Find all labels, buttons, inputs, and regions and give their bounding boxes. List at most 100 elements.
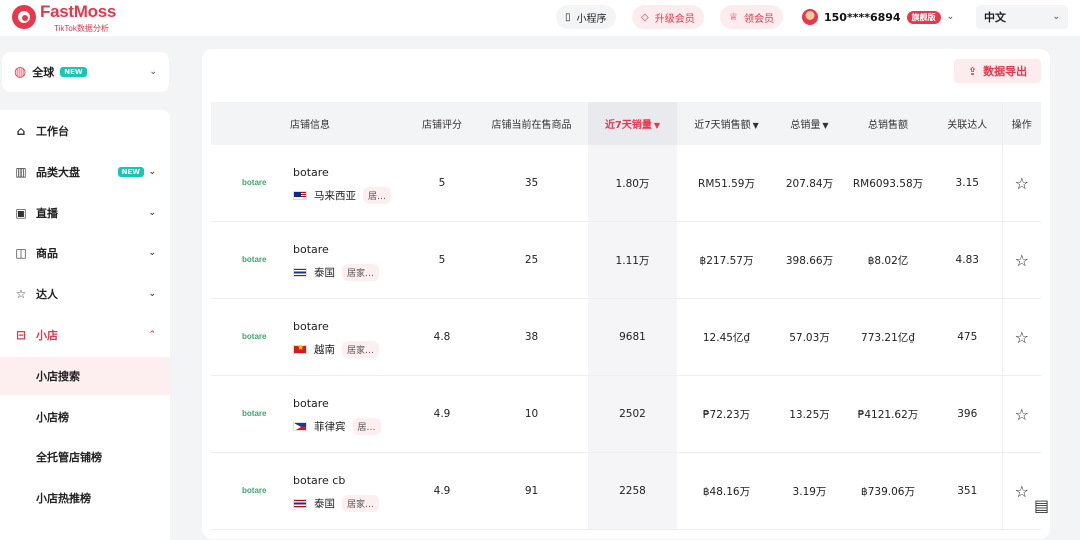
shop-name[interactable]: botare cb xyxy=(293,474,345,487)
brand-tagline: TikTok数据分析 xyxy=(54,24,109,33)
shop-logo: botare xyxy=(242,255,267,264)
favorite-star-icon[interactable]: ☆ xyxy=(1015,328,1029,347)
rating-cell: 5 xyxy=(409,145,475,222)
revenue7-cell: ฿48.16万 xyxy=(677,452,776,530)
table-row[interactable]: botare botare 菲律宾 居… 4.9 10 2502 ₱72.23万 13.25万 ₱… xyxy=(211,375,1041,453)
col-shop-info: 店铺信息 xyxy=(211,102,409,145)
col-revenue7-sort[interactable]: 近7天销售额 ▼ xyxy=(677,102,776,145)
col-total-sales-sort[interactable]: 总销量 ▼ xyxy=(776,102,843,145)
diamond-icon: ◇ xyxy=(641,11,649,23)
sidebar-subitem-hot-rank[interactable]: 小店热推榜 xyxy=(0,479,170,517)
products-cell: 25 xyxy=(475,221,588,299)
revenue7-cell: ฿217.57万 xyxy=(677,221,776,299)
shop-name[interactable]: botare xyxy=(293,320,329,333)
sidebar-subitem-shop-search[interactable]: 小店搜索 xyxy=(0,357,170,395)
sidebar-item-label: 工作台 xyxy=(36,125,69,138)
live-tv-icon: ▣ xyxy=(15,206,27,220)
subitem-label: 小店搜索 xyxy=(36,370,80,383)
shop-country: 泰国 xyxy=(314,267,335,279)
chevron-down-icon: ⌄ xyxy=(1052,12,1060,22)
total-sales-cell: 13.25万 xyxy=(776,375,843,453)
export-button[interactable]: ⇪ 数据导出 xyxy=(954,59,1041,83)
total-revenue-cell: ฿8.02亿 xyxy=(843,221,933,299)
shop-country: 泰国 xyxy=(314,498,335,510)
document-icon[interactable]: ▤ xyxy=(1034,496,1049,515)
col-actions: 操作 xyxy=(1001,102,1041,145)
shop-info-cell[interactable]: botare botare cb 泰国 居家… xyxy=(211,452,409,530)
shop-info-cell[interactable]: botare botare 菲律宾 居… xyxy=(211,375,409,453)
sort-down-icon: ▼ xyxy=(752,121,759,130)
category-tag: 居家… xyxy=(342,495,380,512)
user-phone: 150****6894 xyxy=(824,10,901,24)
category-tag: 居… xyxy=(363,187,392,204)
table-row[interactable]: botare botare 泰国 居家… 5 25 1.11万 ฿217.57万 398.66万… xyxy=(211,221,1041,299)
col-revenue7-label: 近7天销售额 xyxy=(694,120,751,131)
creators-cell: 475 xyxy=(933,298,1002,376)
products-cell: 35 xyxy=(475,145,588,222)
total-revenue-cell: ₱4121.62万 xyxy=(843,375,933,453)
country-flag-icon xyxy=(293,191,307,200)
brand-name: FastMoss xyxy=(40,2,117,21)
action-cell: ☆ xyxy=(1001,145,1041,222)
sidebar-item-live[interactable]: ▣ 直播 ⌄ xyxy=(0,194,170,232)
sidebar-item-products[interactable]: ◫ 商品 ⌄ xyxy=(0,234,170,272)
shop-info-cell[interactable]: botare botare 马来西亚 居… xyxy=(211,145,409,222)
col-products: 店铺当前在售商品 xyxy=(475,102,588,145)
chevron-down-icon: ⌄ xyxy=(148,167,156,177)
table-row[interactable]: botare botare cb 泰国 居家… 4.9 91 2258 ฿48.16万 3.19… xyxy=(211,452,1041,530)
col-total-revenue: 总销售额 xyxy=(843,102,933,145)
miniprogram-label: 小程序 xyxy=(576,13,607,25)
action-cell: ☆ xyxy=(1001,221,1041,299)
sidebar-subitem-shop-rank[interactable]: 小店榜 xyxy=(0,398,170,436)
action-cell: ☆ xyxy=(1001,298,1041,376)
favorite-star-icon[interactable]: ☆ xyxy=(1015,405,1029,424)
sidebar-subitem-managed-rank[interactable]: 全托管店铺榜 xyxy=(0,438,170,476)
sidebar-item-label: 商品 xyxy=(36,247,58,260)
language-label: 中文 xyxy=(984,11,1006,24)
favorite-star-icon[interactable]: ☆ xyxy=(1015,174,1029,193)
sidebar-item-creators[interactable]: ☆ 达人 ⌄ xyxy=(0,275,170,313)
user-menu[interactable]: 150****6894 旗舰版 ⌄ xyxy=(802,5,954,29)
col-sales7-sort[interactable]: 近7天销量 ▼ xyxy=(588,102,677,145)
sidebar-item-workspace[interactable]: ⌂ 工作台 xyxy=(0,112,170,150)
sidebar-item-category[interactable]: ▥ 品类大盘 NEW ⌄ xyxy=(0,153,170,191)
action-cell: ☆ xyxy=(1001,375,1041,453)
shop-country: 马来西亚 xyxy=(314,190,356,202)
fastmoss-logo[interactable]: FastMoss TikTok数据分析 xyxy=(12,2,122,33)
star-person-icon: ☆ xyxy=(15,287,27,301)
phone-icon: ▯ xyxy=(565,11,571,23)
shop-name[interactable]: botare xyxy=(293,397,329,410)
get-vip-label: 领会员 xyxy=(743,13,774,25)
table-row[interactable]: botare botare 越南居家… 4.838968112.45亿₫57.03万7… xyxy=(211,298,1041,376)
sidebar-item-label: 小店 xyxy=(36,329,58,342)
favorite-star-icon[interactable]: ☆ xyxy=(1015,251,1029,270)
shop-info-cell[interactable]: botare botare 泰国 居家… xyxy=(211,221,409,299)
language-select[interactable]: 中文 ⌄ xyxy=(976,5,1068,29)
total-sales-cell: 57.03万 xyxy=(776,298,843,376)
miniprogram-button[interactable]: ▯ 小程序 xyxy=(556,5,616,29)
get-vip-button[interactable]: ♕ 领会员 xyxy=(720,5,783,29)
upgrade-button[interactable]: ◇ 升级会员 xyxy=(632,5,704,29)
country-flag-icon xyxy=(293,343,307,354)
region-label: 全球 xyxy=(32,66,55,79)
creators-cell: 396 xyxy=(933,375,1002,453)
creators-cell: 3.15 xyxy=(933,145,1002,222)
sidebar-item-label: 达人 xyxy=(36,288,58,301)
sales7-cell: 2502 xyxy=(588,375,677,453)
bar-chart-icon: ▥ xyxy=(15,165,27,179)
shop-info-cell[interactable]: botare botare 越南居家… xyxy=(211,298,409,376)
favorite-star-icon[interactable]: ☆ xyxy=(1015,482,1029,501)
sidebar-item-shop[interactable]: ⊟ 小店 ⌃ xyxy=(0,316,170,354)
sort-down-icon: ▼ xyxy=(822,121,829,130)
table-row[interactable]: botare botare 马来西亚 居… 5 35 1.80万 RM51.59万 207.84… xyxy=(211,145,1041,222)
crown-icon: ♕ xyxy=(729,11,738,23)
total-revenue-cell: 773.21亿₫ xyxy=(843,298,933,376)
region-selector[interactable]: ◍ 全球 NEW ⌄ xyxy=(2,52,169,92)
shop-name[interactable]: botare xyxy=(293,166,329,179)
upgrade-label: 升级会员 xyxy=(654,13,695,25)
total-revenue-cell: ฿739.06万 xyxy=(843,452,933,530)
shop-name[interactable]: botare xyxy=(293,243,329,256)
chevron-down-icon: ⌄ xyxy=(148,248,156,258)
chevron-down-icon: ⌄ xyxy=(148,289,156,299)
table-header-row: 店铺信息 店铺评分 店铺当前在售商品 近7天销量 ▼ 近7天销售额 ▼ 总销量 ▼ 总… xyxy=(211,102,1041,145)
